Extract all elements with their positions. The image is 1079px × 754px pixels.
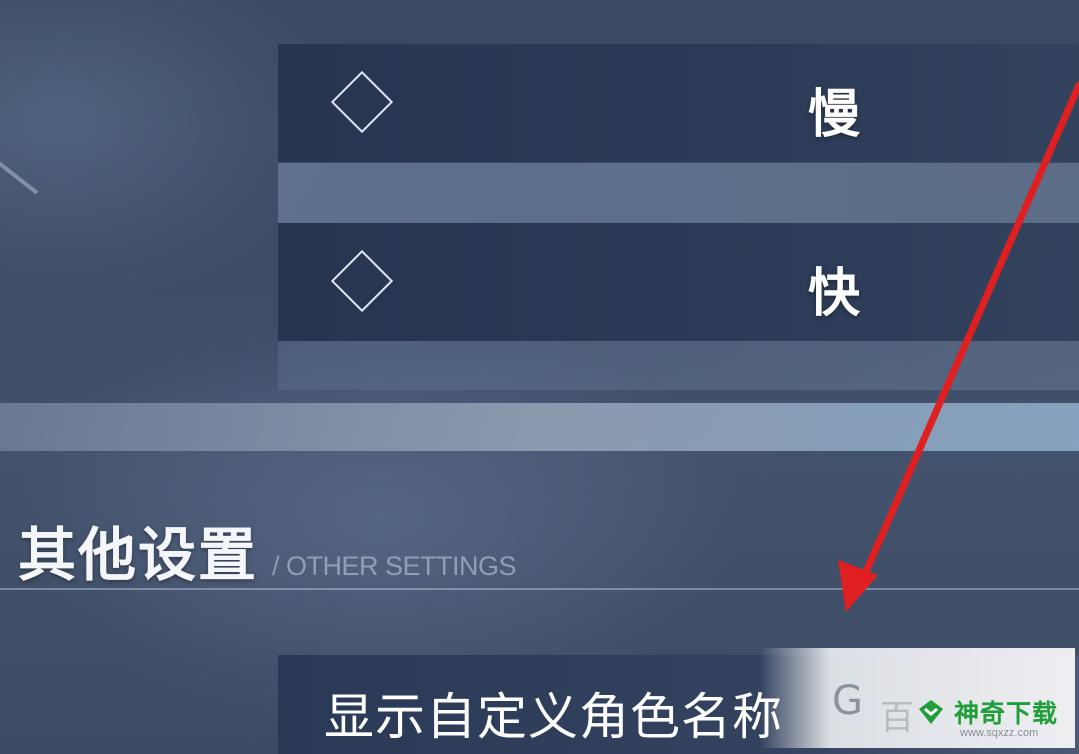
section-title: 其他设置 xyxy=(18,521,259,589)
diamond-radio-icon[interactable] xyxy=(330,70,394,134)
watermark-brand: 神奇下载 xyxy=(916,694,1058,730)
watermark-faded-text: 百 xyxy=(880,698,914,738)
background-band xyxy=(278,163,1079,223)
section-underline xyxy=(0,588,1079,590)
watermark-logo-icon: G xyxy=(832,678,863,724)
diamond-radio-icon[interactable] xyxy=(330,249,394,313)
setting-label: 显示自定义角色名称 xyxy=(324,688,783,746)
background-band-lower xyxy=(278,340,1079,390)
section-subtitle: / OTHER SETTINGS xyxy=(272,551,517,581)
decorative-stroke xyxy=(0,161,39,195)
brand-url: www.sqxzz.com xyxy=(960,727,1039,739)
speed-option-label: 快 xyxy=(808,263,861,324)
brand-logo-icon xyxy=(919,700,943,724)
section-header: 其他设置 / OTHER SETTINGS xyxy=(18,508,517,592)
section-divider xyxy=(0,403,1079,451)
brand-name: 神奇下载 xyxy=(954,699,1059,728)
speed-option-fast[interactable]: 快 xyxy=(278,223,1079,341)
speed-option-label: 慢 xyxy=(808,84,861,145)
speed-option-slow[interactable]: 慢 xyxy=(278,44,1079,162)
